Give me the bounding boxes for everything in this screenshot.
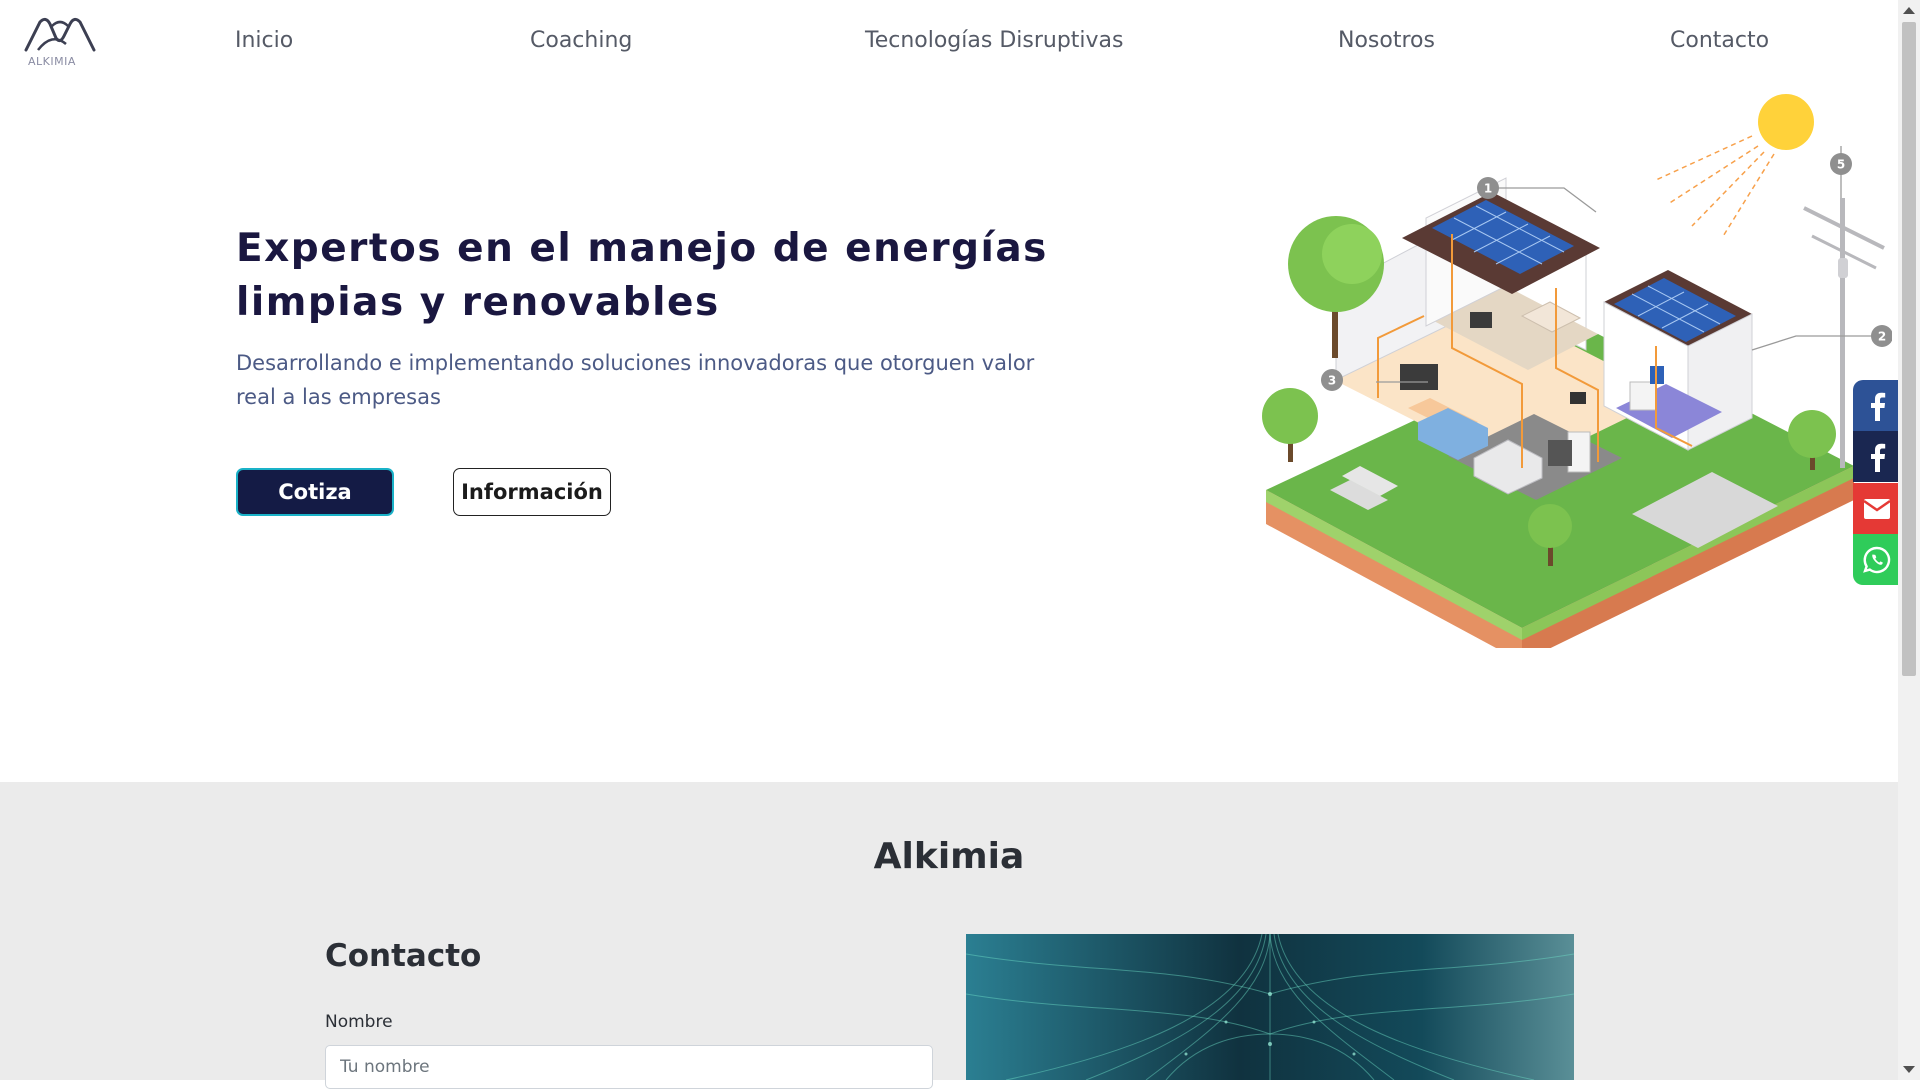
name-field-label: Nombre xyxy=(325,1012,393,1032)
callout-3: 3 xyxy=(1321,369,1343,391)
callout-1: 1 xyxy=(1477,177,1499,199)
facebook-button-secondary[interactable] xyxy=(1853,431,1900,482)
svg-text:1: 1 xyxy=(1484,182,1492,196)
facebook-button[interactable] xyxy=(1853,380,1900,431)
callout-2: 2 xyxy=(1871,325,1892,347)
top-navbar: ALKIMIA Inicio Coaching Tecnologías Disr… xyxy=(0,0,1898,86)
sun-icon xyxy=(1758,94,1814,150)
tech-network-image xyxy=(966,934,1574,1080)
nav-link-contacto[interactable]: Contacto xyxy=(1670,28,1769,53)
callout-5: 5 xyxy=(1830,153,1852,175)
nav-link-tecnologias[interactable]: Tecnologías Disruptivas xyxy=(865,28,1124,53)
nav-link-nosotros[interactable]: Nosotros xyxy=(1338,28,1435,53)
nav-link-coaching[interactable]: Coaching xyxy=(530,28,632,53)
informacion-button[interactable]: Información xyxy=(453,468,611,516)
whatsapp-button[interactable] xyxy=(1853,534,1900,585)
sun-rays xyxy=(1655,135,1775,239)
name-input[interactable] xyxy=(325,1045,933,1089)
hero-subtitle: Desarrollando e implementando soluciones… xyxy=(236,351,1035,409)
svg-text:3: 3 xyxy=(1328,374,1336,388)
contact-image xyxy=(966,934,1574,1080)
cotiza-button[interactable]: Cotiza xyxy=(236,468,394,516)
facebook-icon xyxy=(1870,443,1885,472)
logo-mark-icon xyxy=(24,17,96,52)
nav-link-inicio[interactable]: Inicio xyxy=(235,28,293,53)
svg-text:5: 5 xyxy=(1837,158,1845,172)
solar-house-illustration: 1 2 3 5 xyxy=(1262,94,1892,648)
page-scrollbar[interactable] xyxy=(1898,0,1920,1080)
scroll-down-arrow-icon[interactable] xyxy=(1903,1066,1915,1073)
logo-text: ALKIMIA xyxy=(28,55,76,68)
mail-icon xyxy=(1862,498,1891,519)
tree-icon xyxy=(1262,388,1318,462)
hero-title: Expertos en el manejo de energías limpia… xyxy=(236,226,1048,325)
scroll-up-arrow-icon[interactable] xyxy=(1903,7,1915,14)
email-button[interactable] xyxy=(1853,483,1900,534)
facebook-icon xyxy=(1870,392,1885,421)
scroll-thumb[interactable] xyxy=(1902,22,1916,676)
whatsapp-icon xyxy=(1862,546,1890,573)
svg-text:2: 2 xyxy=(1878,330,1886,344)
alkimia-logo[interactable]: ALKIMIA xyxy=(24,14,96,70)
about-contact-section xyxy=(0,782,1898,1080)
contact-heading: Contacto xyxy=(325,938,482,974)
section-title-alkimia: Alkimia xyxy=(873,836,1025,877)
